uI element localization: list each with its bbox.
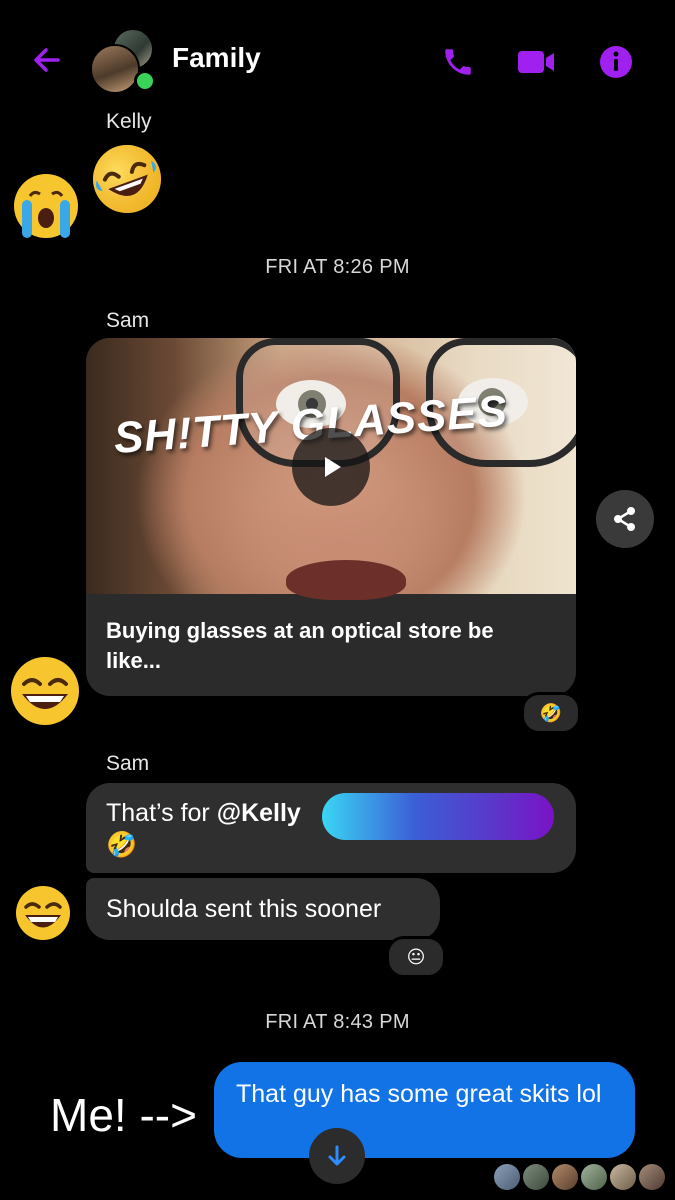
chat-title[interactable]: Family	[172, 42, 261, 74]
read-receipts[interactable]	[494, 1164, 670, 1190]
mention-tag[interactable]: @Kelly	[217, 799, 301, 827]
chat-header: Family	[0, 0, 675, 110]
info-icon	[600, 46, 632, 78]
thumbnail-mouth	[286, 560, 406, 600]
video-share-card[interactable]: SH!TTY GLASSES Buying glasses at an opti…	[86, 338, 576, 696]
info-button[interactable]	[594, 40, 638, 84]
read-receipt-avatar	[552, 1164, 578, 1190]
read-receipt-avatar	[639, 1164, 665, 1190]
video-caption: Buying glasses at an optical store be li…	[106, 618, 494, 673]
video-camera-icon	[518, 51, 554, 73]
arrow-down-icon	[328, 1145, 346, 1166]
message-text: That’s for @Kelly 🤣	[106, 797, 336, 861]
scroll-to-bottom-button[interactable]	[309, 1128, 365, 1184]
video-call-button[interactable]	[514, 40, 558, 84]
sender-name: Kelly	[106, 110, 152, 133]
sender-avatar-emoji	[8, 654, 82, 728]
video-thumbnail[interactable]: SH!TTY GLASSES	[86, 338, 576, 600]
annotation-label: Me! -->	[50, 1089, 197, 1141]
call-button[interactable]	[436, 40, 480, 84]
message-emoji: 🤣	[106, 831, 138, 859]
timestamp: FRI AT 8:26 PM	[265, 256, 410, 278]
share-icon	[614, 507, 635, 531]
sender-avatar-emoji	[10, 170, 82, 242]
read-receipt-avatar	[581, 1164, 607, 1190]
message-bubble[interactable]: Shoulda sent this sooner	[86, 878, 440, 940]
read-receipt-avatar	[610, 1164, 636, 1190]
avatar	[90, 44, 140, 94]
mention-highlight-bar	[322, 793, 554, 840]
read-receipt-avatar	[494, 1164, 520, 1190]
online-status-dot	[134, 70, 156, 92]
rolling-laughing-emoji	[88, 140, 166, 218]
phone-icon	[445, 49, 471, 75]
message-reaction[interactable]: 😐	[386, 936, 446, 978]
message-text: Shoulda sent this sooner	[106, 895, 382, 923]
play-icon	[325, 457, 341, 477]
my-message-bubble[interactable]: That guy has some great skits lol	[214, 1062, 635, 1158]
sender-name: Sam	[106, 752, 150, 775]
play-button[interactable]	[292, 428, 370, 506]
back-button[interactable]	[22, 38, 70, 82]
sender-avatar-emoji	[14, 884, 72, 942]
message-reaction[interactable]: 🤣	[521, 692, 581, 734]
group-avatar[interactable]	[90, 28, 156, 94]
back-arrow-icon	[34, 48, 60, 72]
timestamp: FRI AT 8:43 PM	[265, 1011, 410, 1033]
message-text: That guy has some great skits lol	[236, 1080, 602, 1108]
message-prefix: That’s for	[106, 799, 217, 827]
share-button[interactable]	[596, 490, 654, 548]
sender-name: Sam	[106, 309, 150, 332]
read-receipt-avatar	[523, 1164, 549, 1190]
